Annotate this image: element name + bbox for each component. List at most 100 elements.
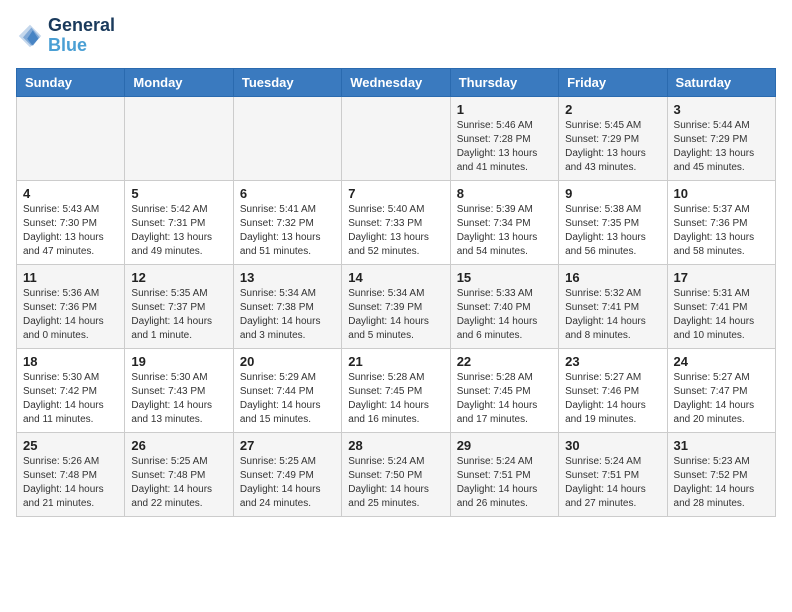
day-number: 8 — [457, 186, 552, 201]
logo: General Blue — [16, 16, 115, 56]
day-info: Sunrise: 5:42 AM Sunset: 7:31 PM Dayligh… — [131, 203, 226, 259]
calendar-week-1: 1 Sunrise: 5:46 AM Sunset: 7:28 PM Daylig… — [17, 96, 776, 180]
day-number: 17 — [674, 270, 769, 285]
day-number: 31 — [674, 438, 769, 453]
calendar-week-2: 4Sunrise: 5:43 AM Sunset: 7:30 PM Daylig… — [17, 180, 776, 264]
day-info: Sunrise: 5:44 AM Sunset: 7:29 PM Dayligh… — [674, 119, 769, 175]
calendar-cell: 22 Sunrise: 5:28 AM Sunset: 7:45 PM Dayli… — [450, 348, 558, 432]
calendar-cell: 27 Sunrise: 5:25 AM Sunset: 7:49 PM Dayli… — [233, 432, 341, 516]
calendar-cell: 14Sunrise: 5:34 AM Sunset: 7:39 PM Dayli… — [342, 264, 450, 348]
calendar-cell: 9 Sunrise: 5:38 AM Sunset: 7:35 PM Daylig… — [559, 180, 667, 264]
day-number: 3 — [674, 102, 769, 117]
calendar-cell: 25 Sunrise: 5:26 AM Sunset: 7:48 PM Dayli… — [17, 432, 125, 516]
calendar-cell: 1 Sunrise: 5:46 AM Sunset: 7:28 PM Daylig… — [450, 96, 558, 180]
day-number: 15 — [457, 270, 552, 285]
day-number: 7 — [348, 186, 443, 201]
day-number: 11 — [23, 270, 118, 285]
day-number: 1 — [457, 102, 552, 117]
day-number: 22 — [457, 354, 552, 369]
calendar-cell: 8 Sunrise: 5:39 AM Sunset: 7:34 PM Daylig… — [450, 180, 558, 264]
calendar-cell: 21Sunrise: 5:28 AM Sunset: 7:45 PM Dayli… — [342, 348, 450, 432]
day-info: Sunrise: 5:24 AM Sunset: 7:50 PM Dayligh… — [348, 455, 443, 511]
day-info: Sunrise: 5:34 AM Sunset: 7:39 PM Dayligh… — [348, 287, 443, 343]
weekday-header-thursday: Thursday — [450, 68, 558, 96]
day-number: 10 — [674, 186, 769, 201]
day-info: Sunrise: 5:32 AM Sunset: 7:41 PM Dayligh… — [565, 287, 660, 343]
day-info: Sunrise: 5:28 AM Sunset: 7:45 PM Dayligh… — [457, 371, 552, 427]
calendar-cell: 31Sunrise: 5:23 AM Sunset: 7:52 PM Dayli… — [667, 432, 775, 516]
day-number: 29 — [457, 438, 552, 453]
weekday-header-wednesday: Wednesday — [342, 68, 450, 96]
calendar-cell: 11 Sunrise: 5:36 AM Sunset: 7:36 PM Dayli… — [17, 264, 125, 348]
day-number: 20 — [240, 354, 335, 369]
calendar-cell: 7 Sunrise: 5:40 AM Sunset: 7:33 PM Daylig… — [342, 180, 450, 264]
day-number: 30 — [565, 438, 660, 453]
calendar-cell: 30 Sunrise: 5:24 AM Sunset: 7:51 PM Dayli… — [559, 432, 667, 516]
logo-text: General Blue — [48, 16, 115, 56]
calendar-cell: 6Sunrise: 5:41 AM Sunset: 7:32 PM Daylig… — [233, 180, 341, 264]
day-info: Sunrise: 5:30 AM Sunset: 7:43 PM Dayligh… — [131, 371, 226, 427]
day-info: Sunrise: 5:35 AM Sunset: 7:37 PM Dayligh… — [131, 287, 226, 343]
calendar-cell: 2 Sunrise: 5:45 AM Sunset: 7:29 PM Daylig… — [559, 96, 667, 180]
day-info: Sunrise: 5:31 AM Sunset: 7:41 PM Dayligh… — [674, 287, 769, 343]
day-info: Sunrise: 5:28 AM Sunset: 7:45 PM Dayligh… — [348, 371, 443, 427]
calendar-cell — [233, 96, 341, 180]
day-number: 2 — [565, 102, 660, 117]
calendar-cell: 19 Sunrise: 5:30 AM Sunset: 7:43 PM Dayli… — [125, 348, 233, 432]
day-info: Sunrise: 5:33 AM Sunset: 7:40 PM Dayligh… — [457, 287, 552, 343]
day-number: 27 — [240, 438, 335, 453]
calendar-cell: 15 Sunrise: 5:33 AM Sunset: 7:40 PM Dayli… — [450, 264, 558, 348]
calendar-week-5: 25 Sunrise: 5:26 AM Sunset: 7:48 PM Dayli… — [17, 432, 776, 516]
day-info: Sunrise: 5:43 AM Sunset: 7:30 PM Dayligh… — [23, 203, 118, 259]
calendar-cell: 12 Sunrise: 5:35 AM Sunset: 7:37 PM Dayli… — [125, 264, 233, 348]
day-info: Sunrise: 5:25 AM Sunset: 7:48 PM Dayligh… — [131, 455, 226, 511]
weekday-header-sunday: Sunday — [17, 68, 125, 96]
day-info: Sunrise: 5:41 AM Sunset: 7:32 PM Dayligh… — [240, 203, 335, 259]
logo-icon — [16, 22, 44, 50]
day-info: Sunrise: 5:24 AM Sunset: 7:51 PM Dayligh… — [565, 455, 660, 511]
day-number: 26 — [131, 438, 226, 453]
calendar-cell: 23Sunrise: 5:27 AM Sunset: 7:46 PM Dayli… — [559, 348, 667, 432]
day-number: 12 — [131, 270, 226, 285]
weekday-header-tuesday: Tuesday — [233, 68, 341, 96]
day-info: Sunrise: 5:39 AM Sunset: 7:34 PM Dayligh… — [457, 203, 552, 259]
day-info: Sunrise: 5:25 AM Sunset: 7:49 PM Dayligh… — [240, 455, 335, 511]
day-number: 5 — [131, 186, 226, 201]
calendar-cell: 24Sunrise: 5:27 AM Sunset: 7:47 PM Dayli… — [667, 348, 775, 432]
day-info: Sunrise: 5:46 AM Sunset: 7:28 PM Dayligh… — [457, 119, 552, 175]
day-info: Sunrise: 5:40 AM Sunset: 7:33 PM Dayligh… — [348, 203, 443, 259]
calendar-cell — [342, 96, 450, 180]
page-header: General Blue — [16, 16, 776, 56]
day-info: Sunrise: 5:38 AM Sunset: 7:35 PM Dayligh… — [565, 203, 660, 259]
day-info: Sunrise: 5:36 AM Sunset: 7:36 PM Dayligh… — [23, 287, 118, 343]
day-info: Sunrise: 5:24 AM Sunset: 7:51 PM Dayligh… — [457, 455, 552, 511]
calendar-cell: 10 Sunrise: 5:37 AM Sunset: 7:36 PM Dayli… — [667, 180, 775, 264]
weekday-header-friday: Friday — [559, 68, 667, 96]
day-number: 23 — [565, 354, 660, 369]
weekday-header-monday: Monday — [125, 68, 233, 96]
calendar-cell: 29 Sunrise: 5:24 AM Sunset: 7:51 PM Dayli… — [450, 432, 558, 516]
calendar-week-4: 18Sunrise: 5:30 AM Sunset: 7:42 PM Dayli… — [17, 348, 776, 432]
calendar-cell: 28 Sunrise: 5:24 AM Sunset: 7:50 PM Dayli… — [342, 432, 450, 516]
calendar-cell: 5 Sunrise: 5:42 AM Sunset: 7:31 PM Daylig… — [125, 180, 233, 264]
day-info: Sunrise: 5:37 AM Sunset: 7:36 PM Dayligh… — [674, 203, 769, 259]
day-info: Sunrise: 5:27 AM Sunset: 7:47 PM Dayligh… — [674, 371, 769, 427]
weekday-header-saturday: Saturday — [667, 68, 775, 96]
day-number: 25 — [23, 438, 118, 453]
calendar-cell: 13Sunrise: 5:34 AM Sunset: 7:38 PM Dayli… — [233, 264, 341, 348]
calendar-cell: 16Sunrise: 5:32 AM Sunset: 7:41 PM Dayli… — [559, 264, 667, 348]
day-number: 13 — [240, 270, 335, 285]
day-info: Sunrise: 5:29 AM Sunset: 7:44 PM Dayligh… — [240, 371, 335, 427]
calendar-week-3: 11 Sunrise: 5:36 AM Sunset: 7:36 PM Dayli… — [17, 264, 776, 348]
calendar-cell: 18Sunrise: 5:30 AM Sunset: 7:42 PM Dayli… — [17, 348, 125, 432]
day-number: 28 — [348, 438, 443, 453]
day-number: 19 — [131, 354, 226, 369]
day-info: Sunrise: 5:26 AM Sunset: 7:48 PM Dayligh… — [23, 455, 118, 511]
calendar-cell: 4Sunrise: 5:43 AM Sunset: 7:30 PM Daylig… — [17, 180, 125, 264]
day-number: 9 — [565, 186, 660, 201]
day-number: 18 — [23, 354, 118, 369]
calendar-cell — [125, 96, 233, 180]
day-info: Sunrise: 5:45 AM Sunset: 7:29 PM Dayligh… — [565, 119, 660, 175]
calendar-cell — [17, 96, 125, 180]
calendar-table: SundayMondayTuesdayWednesdayThursdayFrid… — [16, 68, 776, 517]
